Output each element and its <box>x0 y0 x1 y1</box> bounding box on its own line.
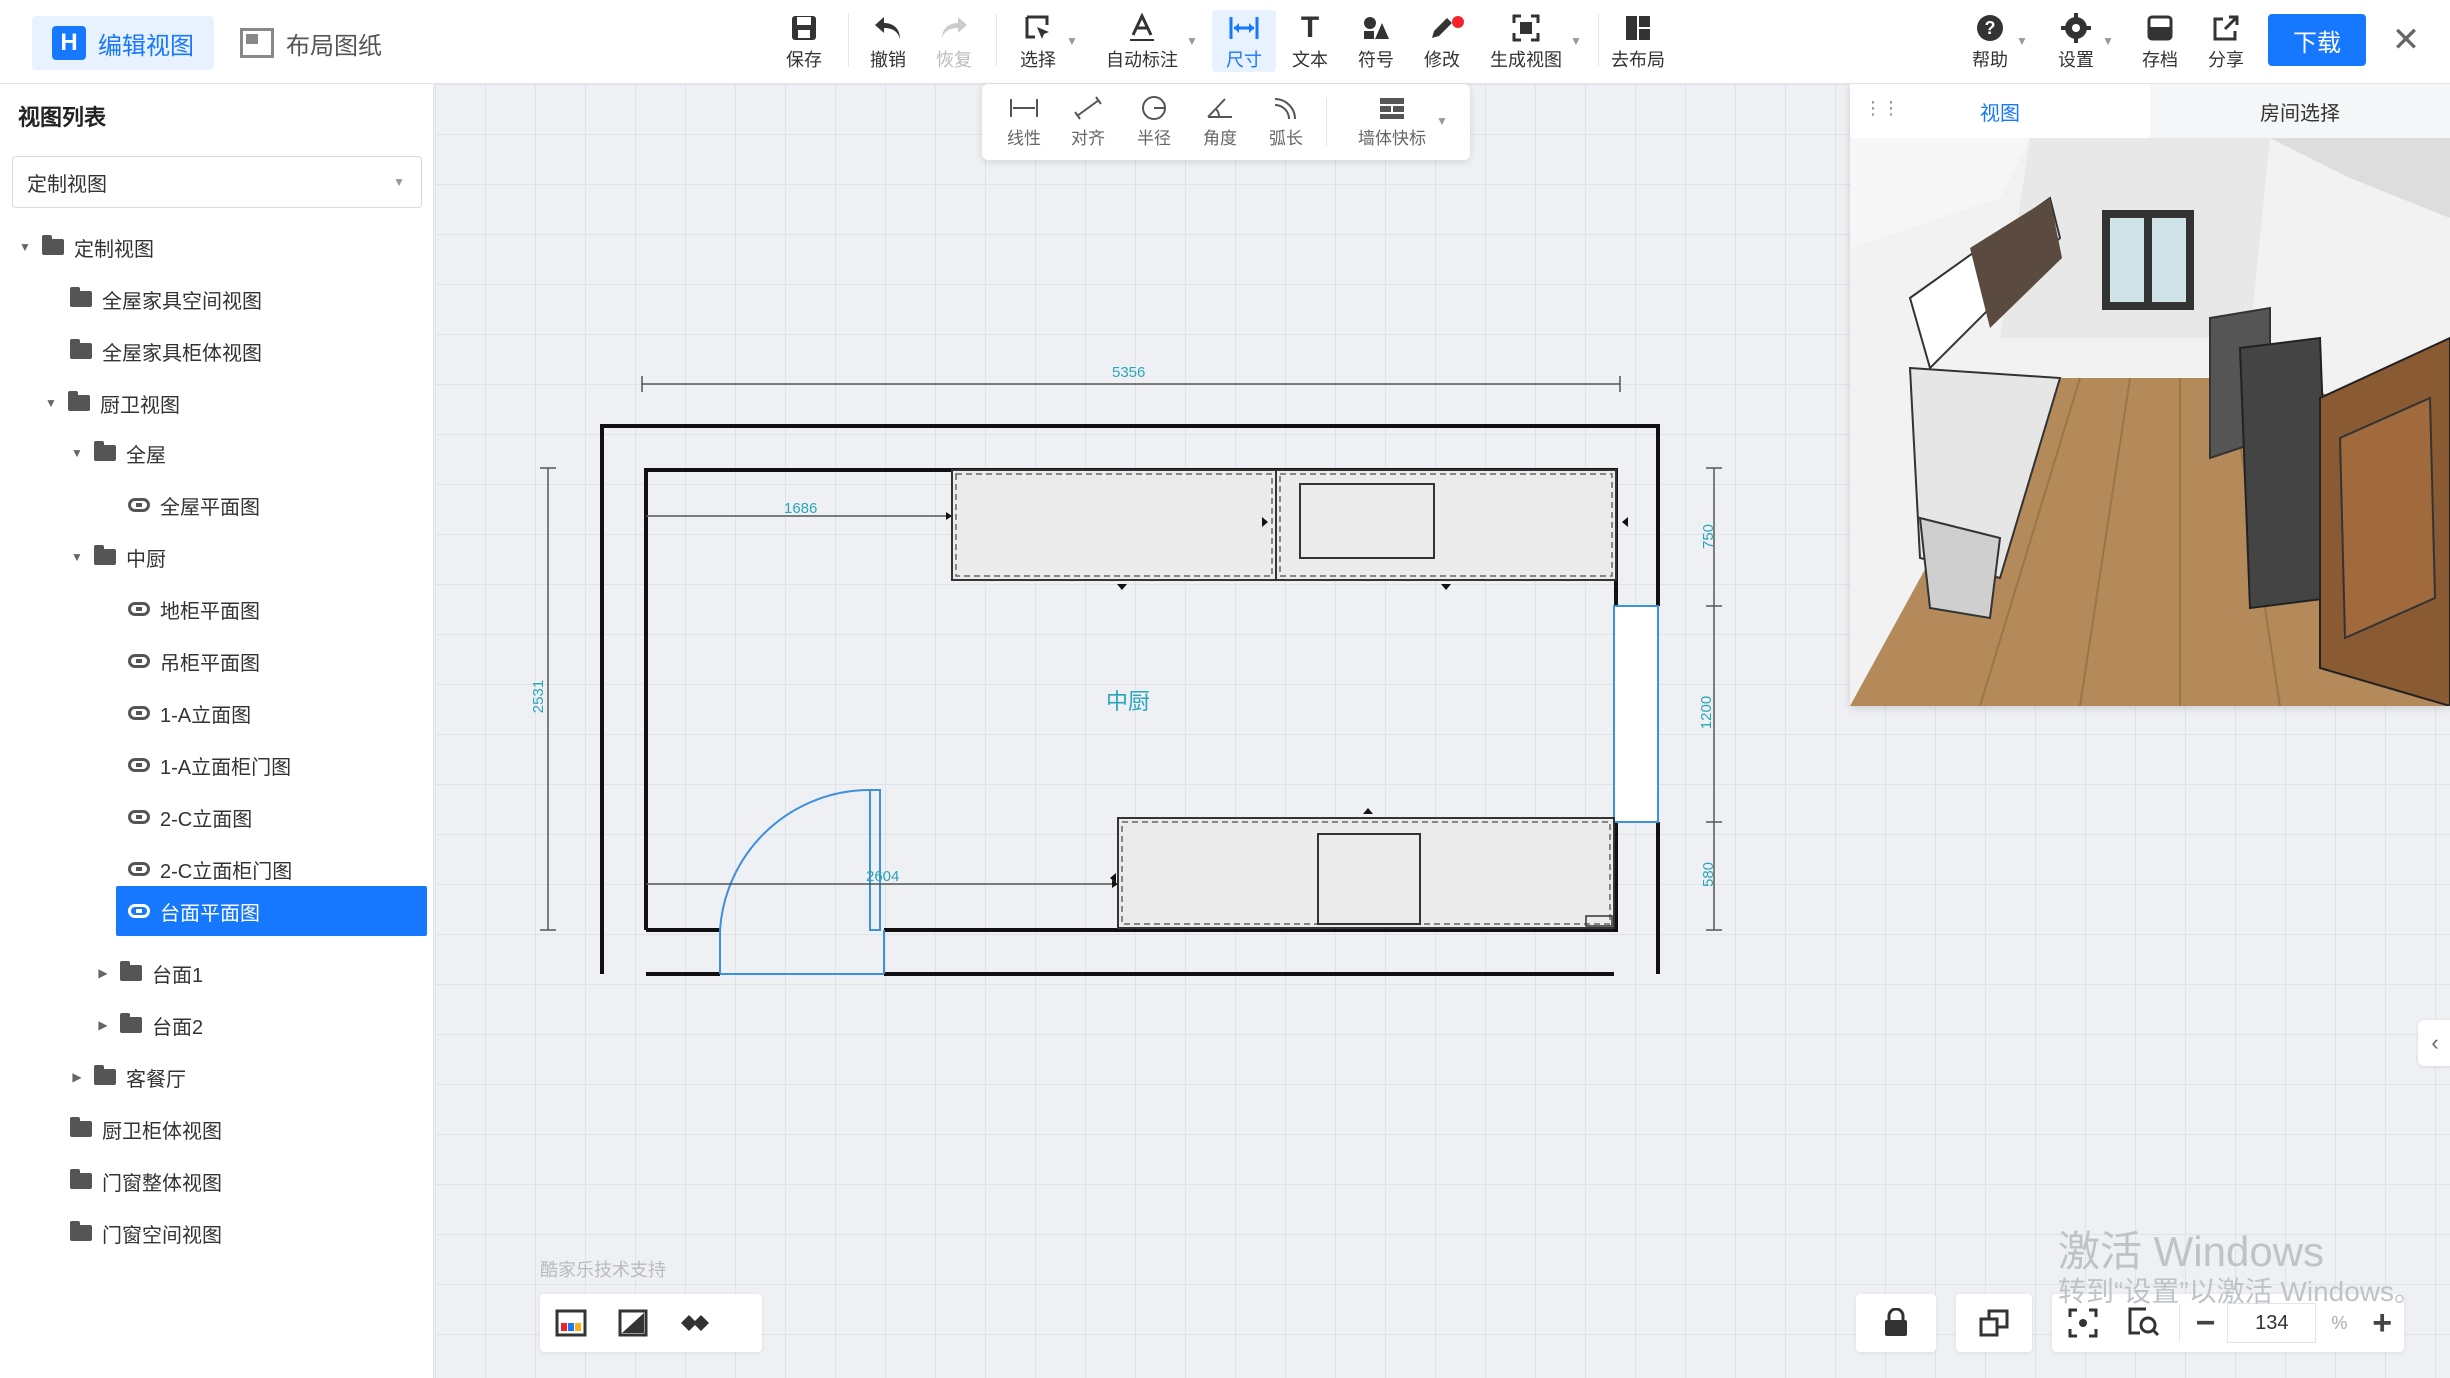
select-dropdown-icon[interactable]: ▼ <box>1066 34 1078 48</box>
dim-height-text: 2531 <box>530 679 548 714</box>
window-right[interactable] <box>1613 605 1659 823</box>
arc-length-button[interactable]: 弧长 <box>1256 92 1316 152</box>
text-button[interactable]: T 文本 <box>1278 10 1342 72</box>
generate-view-dropdown-icon[interactable]: ▼ <box>1570 34 1582 48</box>
aligned-dim-button[interactable]: 对齐 <box>1058 92 1118 152</box>
arc-length-icon <box>1268 92 1304 124</box>
archive-icon <box>2140 10 2180 46</box>
dim-right-mid-text: 1200 <box>1698 695 1716 730</box>
gear-icon <box>2056 10 2096 46</box>
settings-button[interactable]: 设置 <box>2044 10 2108 72</box>
wall-quick-dim-button[interactable]: 墙体快标 <box>1342 92 1442 152</box>
dimension-button[interactable]: 尺寸 <box>1212 10 1276 72</box>
auto-annotate-icon <box>1122 10 1162 46</box>
symbol-button[interactable]: 符号 <box>1344 10 1408 72</box>
redo-icon <box>934 10 974 46</box>
auto-annotate-dropdown-icon[interactable]: ▼ <box>1186 34 1198 48</box>
go-layout-icon <box>1618 10 1658 46</box>
dim-right-top-text: 750 <box>1700 523 1718 550</box>
wall-quick-dim-dropdown-icon[interactable]: ▼ <box>1436 114 1448 128</box>
dim-right-bottom-text: 580 <box>1700 861 1718 888</box>
room-label[interactable]: 中厨 <box>1106 684 1150 716</box>
3d-preview-panel: ⋮⋮ 视图 房间选择 <box>1850 84 2450 706</box>
aligned-dim-icon <box>1070 92 1106 124</box>
countertop-bottom[interactable] <box>1110 808 1615 929</box>
tab-edit-view-label: 编辑视图 <box>98 32 194 60</box>
download-button[interactable]: 下载 <box>2268 14 2366 66</box>
generate-view-button[interactable]: 生成视图 <box>1486 10 1566 72</box>
tab-edit-view[interactable]: H 编辑视图 <box>32 16 214 70</box>
undo-button[interactable]: 撤销 <box>856 10 920 72</box>
save-icon <box>784 10 824 46</box>
select-icon <box>1018 10 1058 46</box>
top-toolbar: H 编辑视图 布局图纸 保存 撤销 恢复 选择 ▼ 自动标注 ▼ 尺寸 T 文本… <box>0 0 2450 84</box>
3d-render-image[interactable] <box>1850 138 2450 706</box>
save-button[interactable]: 保存 <box>772 10 836 72</box>
go-layout-button[interactable]: 去布局 <box>1606 10 1670 72</box>
dim-total-width-text: 5356 <box>1112 364 1146 381</box>
undo-icon <box>868 10 908 46</box>
angle-dim-icon <box>1202 92 1238 124</box>
help-button[interactable]: ? 帮助 <box>1958 10 2022 72</box>
tab-room-select[interactable]: 房间选择 <box>2150 84 2450 138</box>
wall-quick-dim-icon <box>1374 92 1410 124</box>
notification-dot <box>1452 16 1464 28</box>
redo-button[interactable]: 恢复 <box>922 10 986 72</box>
tab-layout-drawing[interactable]: 布局图纸 <box>220 16 402 70</box>
text-icon: T <box>1300 11 1320 44</box>
auto-annotate-button[interactable]: 自动标注 <box>1102 10 1182 72</box>
svg-text:?: ? <box>1985 18 1996 38</box>
select-button[interactable]: 选择 <box>1006 10 1070 72</box>
archive-button[interactable]: 存档 <box>2128 10 2192 72</box>
tab-layout-drawing-label: 布局图纸 <box>286 32 382 60</box>
linear-dim-button[interactable]: 线性 <box>994 92 1054 152</box>
countertop-top[interactable] <box>951 469 1628 590</box>
dim-bottom-run-text: 2604 <box>866 868 900 885</box>
dim-top-run-text: 1686 <box>784 500 818 517</box>
edit-button[interactable]: 修改 <box>1410 10 1474 72</box>
tab-view[interactable]: 视图 <box>1850 84 2150 138</box>
radius-dim-button[interactable]: 半径 <box>1124 92 1184 152</box>
close-icon[interactable]: ✕ <box>2386 20 2426 60</box>
share-button[interactable]: 分享 <box>2194 10 2258 72</box>
door-swing[interactable] <box>719 788 885 975</box>
layout-drawing-icon <box>240 28 274 58</box>
symbol-icon <box>1356 10 1396 46</box>
dimension-subtoolbar: 线性 对齐 半径 角度 弧长 墙体快标 ▼ <box>982 84 1470 160</box>
radius-dim-icon <box>1136 92 1172 124</box>
app-logo-icon: H <box>52 26 86 60</box>
dimension-icon <box>1224 10 1264 46</box>
settings-dropdown-icon[interactable]: ▼ <box>2102 34 2114 48</box>
angle-dim-button[interactable]: 角度 <box>1190 92 1250 152</box>
share-icon <box>2206 10 2246 46</box>
help-dropdown-icon[interactable]: ▼ <box>2016 34 2028 48</box>
linear-dim-icon <box>1006 92 1042 124</box>
help-icon: ? <box>1970 10 2010 46</box>
generate-view-icon <box>1506 10 1546 46</box>
